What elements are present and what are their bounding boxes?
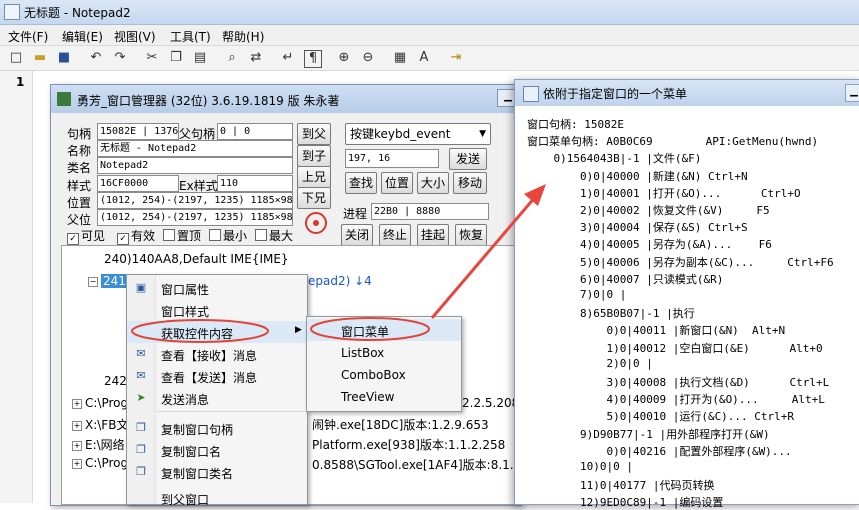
- annotation-arrow-head: [524, 184, 546, 206]
- highlight-ellipse: [131, 319, 269, 343]
- annotation-overlay: [131, 184, 546, 343]
- highlight-ellipse: [310, 317, 430, 341]
- annotation-arrow-line: [430, 195, 538, 319]
